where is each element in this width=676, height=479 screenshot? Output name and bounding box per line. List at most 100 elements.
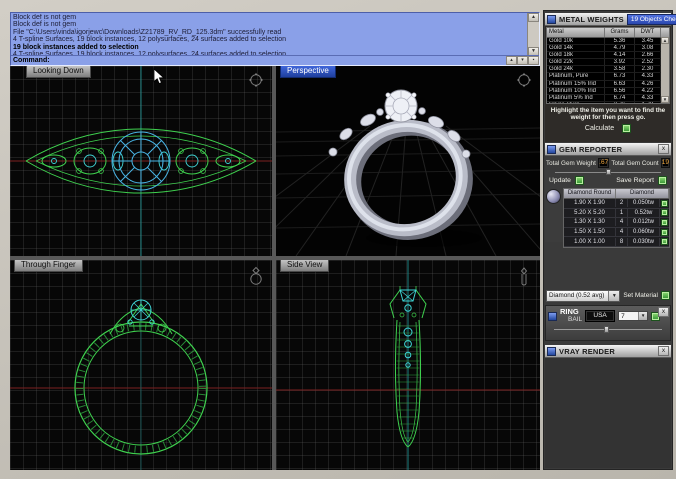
viewport-tab-side-view[interactable]: Side View — [280, 260, 330, 272]
gem-go-button[interactable] — [661, 209, 668, 217]
close-icon[interactable]: x — [658, 346, 669, 356]
gem-go-button[interactable] — [661, 238, 668, 246]
command-prompt[interactable]: Command: — [11, 55, 539, 65]
column-header[interactable]: Grams — [605, 28, 635, 37]
save-report-go-button[interactable] — [658, 176, 667, 185]
metal-dwt: 2.30 — [635, 66, 661, 73]
metal-grams: 4.79 — [605, 45, 635, 52]
gem-row[interactable]: 1.90 X 1.90 2 0.050tw — [564, 199, 669, 209]
table-row[interactable]: Gold 14k 4.79 3.08 — [547, 45, 669, 53]
chevron-down-icon[interactable]: ▼ — [608, 290, 620, 301]
viewport-tab-looking-down[interactable]: Looking Down — [26, 66, 91, 78]
table-row[interactable]: Silver, Pure2.761.78 — [547, 101, 669, 103]
command-history-panel[interactable]: Block def is not gem Block def is not ge… — [10, 12, 540, 66]
slider-thumb[interactable] — [603, 326, 609, 333]
metal-grams: 3.58 — [605, 66, 635, 73]
column-header[interactable]: DWT — [635, 28, 661, 37]
command-corner-buttons[interactable]: ▴ ▾ ▪ — [506, 56, 539, 65]
table-row[interactable]: Gold 24k 3.58 2.30 — [547, 66, 669, 74]
close-icon[interactable]: x — [658, 307, 669, 317]
metal-dwt: 4.33 — [635, 94, 661, 101]
command-scrollbar[interactable]: ▲ ▼ — [527, 13, 539, 56]
window-frame: Block def is not gem Block def is not ge… — [0, 0, 676, 479]
metal-table-scrollbar[interactable]: ▲ ▼ — [661, 37, 669, 103]
metal-dwt: 2.52 — [635, 59, 661, 66]
table-row[interactable]: Platinum 5% Irid 6.74 4.33 — [547, 94, 669, 102]
column-header[interactable]: Diamond Round — [564, 189, 616, 198]
collapse-icon[interactable]: ▾ — [517, 56, 528, 65]
table-row[interactable]: Platinum 15% Irid 6.63 4.26 — [547, 80, 669, 88]
viewport-looking-down[interactable]: Looking Down — [10, 66, 272, 256]
objects-checked-badge: 19 Objects Checked — [626, 13, 676, 25]
metal-name: Gold 14k — [547, 45, 605, 52]
gem-go-button[interactable] — [661, 228, 668, 236]
command-line: File "C:\Users\vinda\igorjewc\Downloads\… — [13, 28, 282, 36]
table-row[interactable]: Gold 22k 3.92 2.52 — [547, 59, 669, 67]
viewport-tab-through-finger[interactable]: Through Finger — [14, 260, 83, 272]
metal-name: Silver, Pure — [547, 101, 605, 103]
scroll-up-icon[interactable]: ▲ — [528, 13, 539, 22]
view-rotate-icon[interactable] — [248, 72, 264, 88]
total-gem-count-label: Total Gem Count — [611, 159, 659, 167]
gem-row[interactable]: 1.00 X 1.00 8 0.030tw — [564, 237, 669, 247]
close-icon[interactable]: x — [658, 144, 669, 154]
metal-weights-table[interactable]: Metal Grams DWT Gold 10k 5.36 3.45 Gold 14… — [546, 27, 670, 104]
gem-row[interactable]: 1.50 X 1.50 4 0.060tw — [564, 228, 669, 238]
gem-weight: 0.030tw — [628, 237, 660, 246]
viewport-side-view[interactable]: Side View — [276, 260, 540, 470]
gem-go-button[interactable] — [661, 199, 668, 207]
metal-grams: 4.14 — [605, 52, 635, 59]
gem-reporter-panel: GEM REPORTER x Total Gem Weight .67 Tota… — [545, 143, 671, 248]
gem-row[interactable]: 1.30 X 1.30 4 0.012tw — [564, 218, 669, 228]
gem-reporter-titlebar[interactable]: GEM REPORTER x — [545, 143, 671, 156]
gem-size: 1.90 X 1.90 — [564, 199, 616, 208]
expand-icon[interactable]: ▴ — [506, 56, 517, 65]
gem-count: 2 — [616, 199, 628, 208]
update-go-button[interactable] — [574, 176, 584, 185]
gem-reporter-slider[interactable] — [555, 169, 661, 175]
region-dropdown[interactable]: USA — [585, 310, 616, 322]
ring-panel-icon — [548, 311, 557, 321]
set-material-go-button[interactable] — [661, 291, 670, 300]
scroll-down-icon[interactable]: ▼ — [661, 96, 669, 103]
table-row[interactable]: Platinum 10% Irid 6.56 4.22 — [547, 87, 669, 95]
column-header[interactable]: Diamond — [616, 189, 669, 198]
gem-weight: 0.060tw — [628, 228, 660, 237]
ring-side-view-icon[interactable] — [516, 266, 532, 288]
viewport-tab-perspective[interactable]: Perspective — [280, 66, 336, 78]
metal-name: Platinum 10% Irid — [547, 87, 605, 94]
chevron-down-icon[interactable]: ▼ — [638, 312, 648, 320]
ring-view-icon[interactable] — [248, 266, 264, 286]
viewport-grid: Looking Down Perspective Through Finger … — [10, 66, 540, 470]
command-history-lines: Block def is not gem Block def is not ge… — [13, 14, 526, 55]
table-row[interactable]: Platinum, Pure 6.73 4.33 — [547, 73, 669, 81]
material-selected-value: Diamond (0.52 avg) — [549, 291, 605, 299]
slider-thumb[interactable] — [605, 169, 611, 175]
grip-icon[interactable]: ▪ — [528, 56, 539, 65]
view-rotate-icon[interactable] — [516, 72, 532, 88]
calculate-go-button[interactable] — [622, 124, 632, 134]
scroll-up-icon[interactable]: ▲ — [661, 37, 669, 44]
column-header[interactable]: Metal — [547, 28, 605, 37]
vray-render-titlebar[interactable]: VRAY RENDER x — [545, 345, 671, 358]
command-line: 19 block instances added to selection — [13, 43, 139, 51]
command-line: Block def is not gem — [13, 21, 77, 29]
metal-name: Gold 24k — [547, 66, 605, 73]
metal-name: Platinum, Pure — [547, 73, 605, 80]
gem-go-button[interactable] — [661, 218, 668, 226]
viewport-perspective[interactable]: Perspective — [276, 66, 540, 256]
metal-weights-titlebar[interactable]: METAL WEIGHTS 19 Objects Checked x — [545, 13, 676, 26]
material-dropdown[interactable]: Diamond (0.52 avg) ▼ — [546, 289, 621, 302]
metal-dwt: 3.08 — [635, 45, 661, 52]
ring-size-value: 7 — [621, 313, 625, 320]
table-row[interactable]: Gold 10k 5.36 3.45 — [547, 38, 669, 46]
ring-size-dropdown[interactable]: 7 ▼ — [618, 311, 649, 321]
gem-table[interactable]: Diamond Round Diamond 1.90 X 1.90 2 0.050t… — [563, 188, 670, 248]
gem-row[interactable]: 5.20 X 5.20 1 0.52tw — [564, 208, 669, 219]
gem-count: 4 — [616, 228, 628, 237]
ring-size-slider[interactable] — [554, 326, 662, 333]
table-row[interactable]: Gold 18k 4.14 2.66 — [547, 52, 669, 60]
metal-grams: 6.63 — [605, 80, 635, 87]
viewport-through-finger[interactable]: Through Finger — [10, 260, 272, 470]
calculate-label: Calculate — [584, 125, 615, 133]
